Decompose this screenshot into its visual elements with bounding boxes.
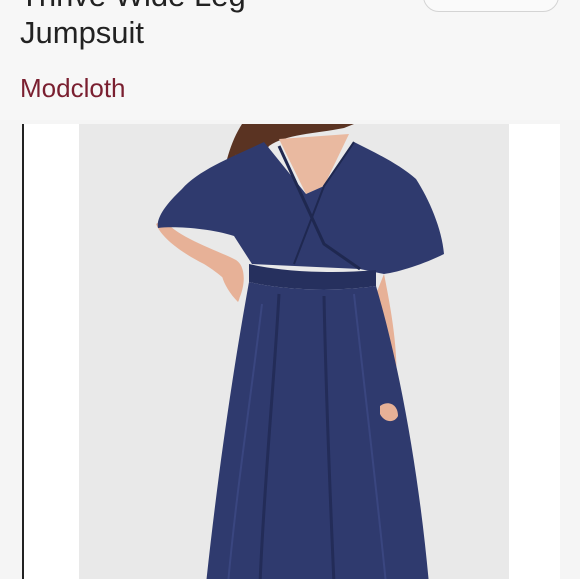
like-button[interactable] (423, 0, 559, 12)
brand-link[interactable]: Modcloth (20, 70, 126, 106)
listing-page: Thrive Wide Leg Jumpsuit Modcloth (0, 0, 580, 579)
model-jumpsuit-image (156, 124, 444, 579)
listing-title-line2: Jumpsuit (20, 15, 145, 50)
listing-title-line1: Thrive Wide Leg (20, 0, 246, 14)
product-photo[interactable] (22, 124, 560, 579)
listing-header: Thrive Wide Leg Jumpsuit Modcloth (0, 0, 580, 120)
